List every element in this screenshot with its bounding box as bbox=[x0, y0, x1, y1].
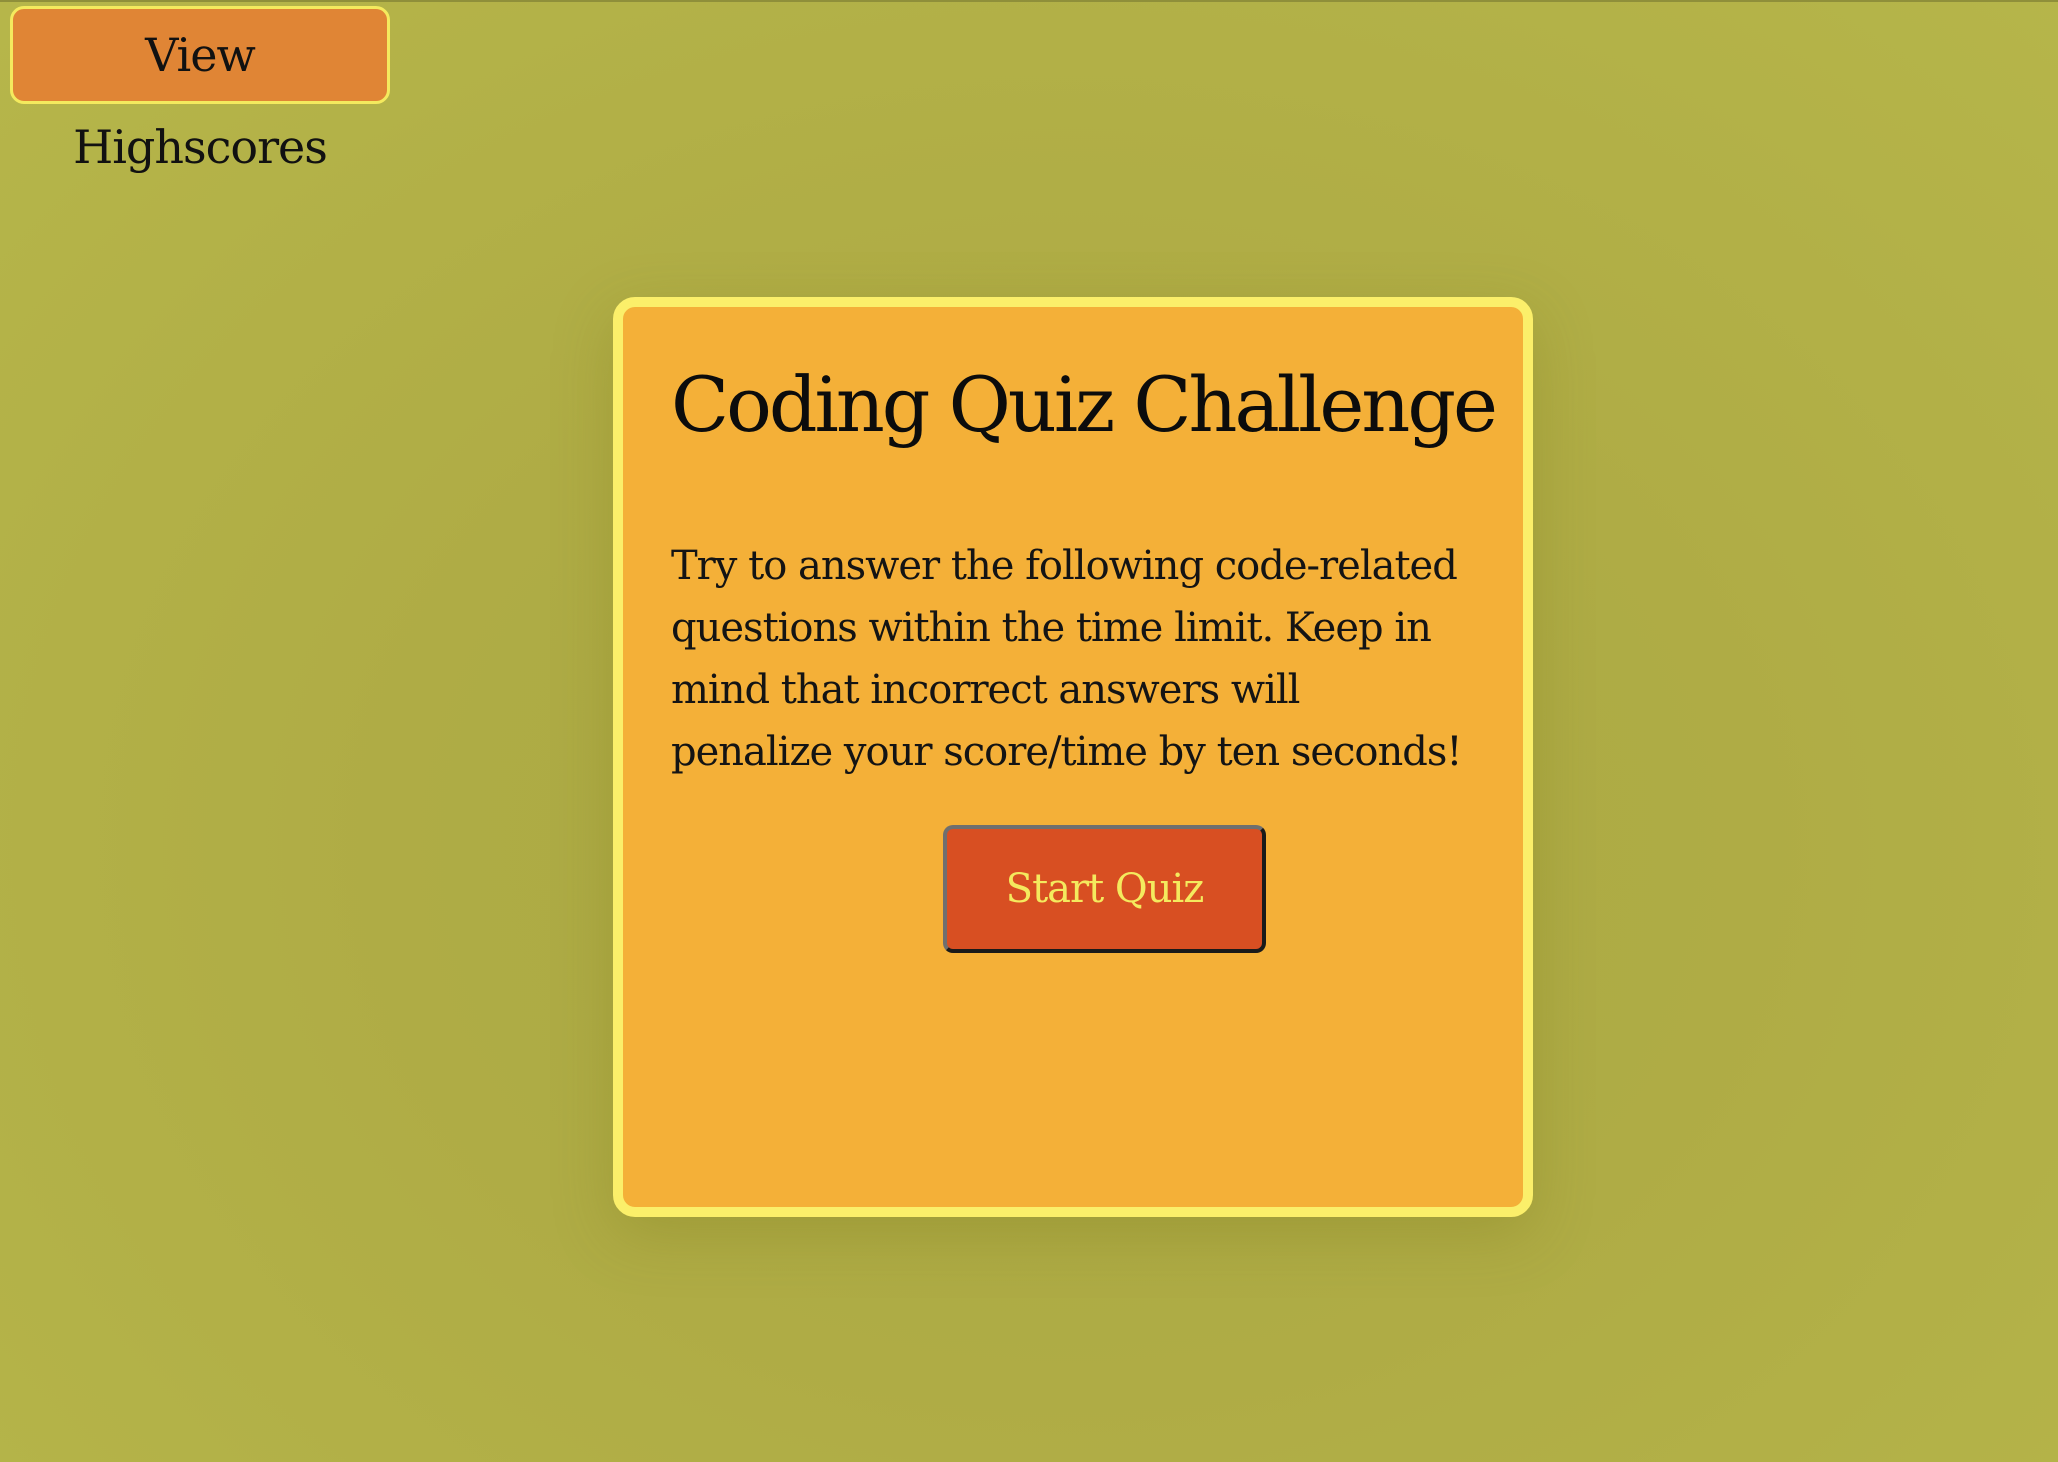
quiz-intro-card: Coding Quiz Challenge Try to answer the … bbox=[613, 297, 1533, 1217]
top-divider bbox=[0, 0, 2058, 2]
quiz-instructions: Try to answer the following code-related… bbox=[671, 543, 1462, 775]
quiz-title: Coding Quiz Challenge bbox=[671, 360, 1498, 449]
view-highscores-button[interactable]: View Highscores bbox=[10, 6, 390, 174]
start-quiz-button[interactable]: Start Quiz bbox=[943, 825, 1266, 953]
